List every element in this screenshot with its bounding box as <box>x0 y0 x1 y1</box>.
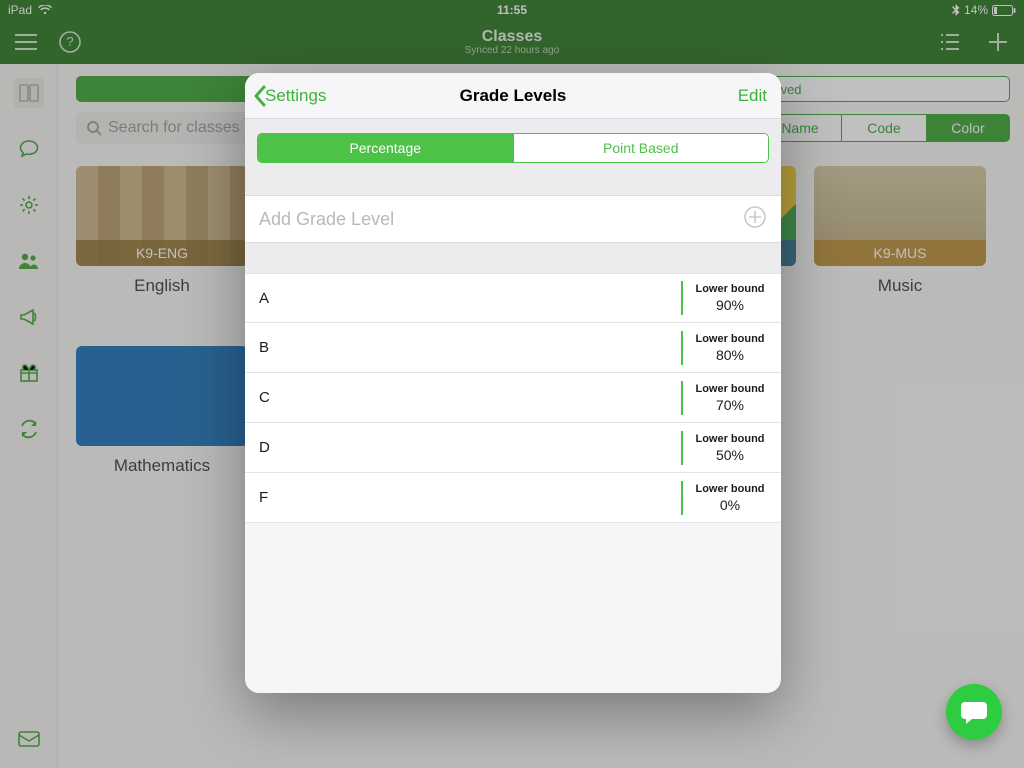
lower-bound-label: Lower bound <box>695 483 765 495</box>
lower-bound-value: 50% <box>695 447 765 463</box>
grade-row[interactable]: C Lower bound 70% <box>245 373 781 423</box>
add-grade-label: Add Grade Level <box>259 209 394 230</box>
divider <box>681 381 683 415</box>
divider <box>681 331 683 365</box>
back-button[interactable]: Settings <box>253 85 326 107</box>
grade-row[interactable]: F Lower bound 0% <box>245 473 781 523</box>
grade-levels-modal: Settings Grade Levels Edit Percentage Po… <box>245 73 781 693</box>
grade-row[interactable]: D Lower bound 50% <box>245 423 781 473</box>
lower-bound-label: Lower bound <box>695 433 765 445</box>
lower-bound-label: Lower bound <box>695 283 765 295</box>
grade-row[interactable]: A Lower bound 90% <box>245 273 781 323</box>
grade-letter: C <box>259 389 270 406</box>
plus-icon <box>743 205 767 234</box>
seg-percentage[interactable]: Percentage <box>258 134 513 162</box>
divider <box>681 281 683 315</box>
grade-row[interactable]: B Lower bound 80% <box>245 323 781 373</box>
lower-bound-label: Lower bound <box>695 333 765 345</box>
lower-bound-value: 80% <box>695 347 765 363</box>
grade-type-segment: Percentage Point Based <box>257 133 769 163</box>
lower-bound-value: 70% <box>695 397 765 413</box>
grade-letter: B <box>259 339 269 356</box>
back-label: Settings <box>265 86 326 106</box>
edit-button[interactable]: Edit <box>738 86 767 106</box>
seg-point-based[interactable]: Point Based <box>513 134 769 162</box>
grade-letter: F <box>259 489 268 506</box>
add-grade-level[interactable]: Add Grade Level <box>245 195 781 243</box>
grade-level-list: A Lower bound 90% B Lower bound 80% C Lower bou… <box>245 273 781 523</box>
divider <box>681 481 683 515</box>
grade-letter: A <box>259 290 269 307</box>
chat-fab[interactable] <box>946 684 1002 740</box>
lower-bound-value: 0% <box>695 497 765 513</box>
divider <box>681 431 683 465</box>
modal-title: Grade Levels <box>460 86 567 106</box>
lower-bound-label: Lower bound <box>695 383 765 395</box>
grade-letter: D <box>259 439 270 456</box>
lower-bound-value: 90% <box>695 297 765 313</box>
